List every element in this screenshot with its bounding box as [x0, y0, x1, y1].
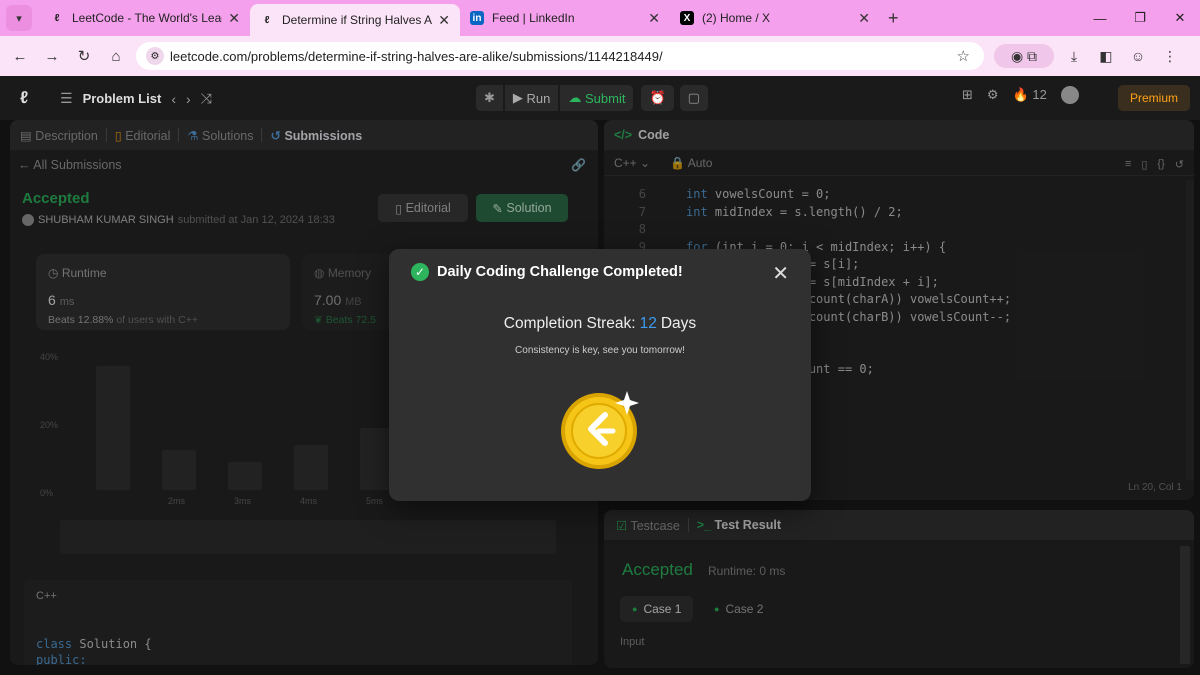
submit-label: Submit [585, 90, 626, 106]
timer-button[interactable]: ⏰ [641, 85, 674, 111]
home-icon[interactable]: ⌂ [100, 48, 132, 65]
close-icon[interactable]: ✕ [438, 12, 450, 29]
leetcode-icon: ℓ [264, 14, 270, 26]
gear-icon[interactable]: ⚙ [987, 87, 999, 103]
leetcode-coin-icon [561, 391, 639, 469]
tab-title: Determine if String Halves Are A [282, 13, 433, 27]
browser-tab-bar: ▾ ℓ LeetCode - The World's Leading ✕ ℓ D… [0, 0, 1200, 36]
streak-value: 12 [639, 315, 657, 332]
chevron-down-icon: ▾ [16, 12, 22, 25]
streak-count: 12 [1032, 87, 1047, 102]
address-bar-row: ← → ↻ ⌂ ⚙ leetcode.com/problems/determin… [0, 36, 1200, 76]
leetcode-nav: ℓ ☰ Problem List ‹ › ⤨ ✱ ▶ Run ☁ Submit … [0, 76, 1200, 120]
user-nav: ⊞ ⚙ 🔥 12 [962, 86, 1079, 104]
browser-tab[interactable]: in Feed | LinkedIn ✕ [460, 0, 670, 36]
leetcode-icon: ℓ [54, 12, 60, 24]
note-icon: ▢ [687, 90, 700, 105]
tab-search-button[interactable]: ▾ [6, 5, 32, 31]
browser-toolbar: ◉ ⧉ ⤓ ◧ ☺ ⋮ [994, 44, 1182, 68]
completion-streak: Completion Streak: 12 Days [389, 315, 811, 333]
run-button[interactable]: ▶ Run [504, 85, 559, 111]
bookmark-star-icon[interactable]: ☆ [957, 47, 970, 65]
site-info-icon[interactable]: ⚙ [146, 47, 164, 65]
browser-tab[interactable]: X (2) Home / X ✕ [670, 0, 880, 36]
cloud-upload-icon: ☁ [568, 90, 585, 105]
more-icon[interactable]: ⋮ [1158, 44, 1182, 68]
minimize-icon[interactable]: — [1080, 11, 1120, 26]
play-icon: ▶ [512, 90, 527, 105]
bug-icon: ✱ [484, 90, 495, 105]
profile-icon[interactable]: ☺ [1126, 44, 1150, 68]
problem-list-link[interactable]: Problem List [83, 91, 162, 106]
leetcode-logo-icon[interactable]: ℓ [20, 88, 38, 108]
modal-title: Daily Coding Challenge Completed! [437, 264, 683, 280]
shuffle-icon[interactable]: ⤨ [201, 90, 212, 107]
tab-title: LeetCode - The World's Leading [72, 11, 222, 25]
notes-button[interactable]: ▢ [679, 85, 708, 111]
sidebar-icon[interactable]: ◧ [1094, 44, 1118, 68]
url-text: leetcode.com/problems/determine-if-strin… [170, 48, 663, 64]
streak-unit: Days [660, 315, 697, 332]
submit-button[interactable]: ☁ Submit [560, 85, 634, 111]
x-icon: X [680, 11, 694, 25]
list-icon: ☰ [60, 90, 73, 106]
problem-list-nav: ☰ Problem List ‹ › ⤨ [60, 90, 212, 107]
premium-button[interactable]: Premium [1118, 85, 1190, 111]
alarm-icon: ⏰ [649, 90, 666, 105]
download-icon[interactable]: ⤓ [1062, 44, 1086, 68]
next-problem-icon[interactable]: › [186, 91, 191, 107]
new-tab-icon[interactable]: + [888, 8, 899, 29]
layout-icon[interactable]: ⊞ [962, 87, 973, 103]
run-label: Run [526, 90, 551, 106]
run-controls: ✱ ▶ Run ☁ Submit ⏰ ▢ [476, 85, 708, 111]
extensions-icon[interactable]: ◉ ⧉ [994, 44, 1054, 68]
close-window-icon[interactable]: ✕ [1160, 10, 1200, 26]
check-circle-icon: ✓ [411, 263, 429, 281]
streak-counter[interactable]: 🔥 12 [1013, 87, 1047, 103]
close-icon[interactable]: ✕ [648, 10, 660, 27]
back-icon[interactable]: ← [4, 48, 36, 65]
window-controls: — ❐ ✕ [1080, 0, 1200, 36]
browser-tab-active[interactable]: ℓ Determine if String Halves Are A ✕ [250, 4, 460, 36]
challenge-complete-modal: ✓ Daily Coding Challenge Completed! ✕ Co… [389, 249, 811, 501]
close-icon[interactable]: ✕ [858, 10, 870, 27]
prev-problem-icon[interactable]: ‹ [171, 91, 176, 107]
browser-tab[interactable]: ℓ LeetCode - The World's Leading ✕ [40, 0, 250, 36]
linkedin-icon: in [470, 11, 484, 25]
tab-title: Feed | LinkedIn [492, 11, 575, 25]
reload-icon[interactable]: ↻ [68, 47, 100, 65]
fire-icon: 🔥 [1012, 87, 1029, 102]
url-field[interactable]: ⚙ leetcode.com/problems/determine-if-str… [136, 42, 984, 70]
modal-message: Consistency is key, see you tomorrow! [515, 345, 685, 356]
close-icon[interactable]: ✕ [772, 261, 789, 286]
streak-label: Completion Streak: [503, 315, 636, 332]
avatar[interactable] [1060, 86, 1079, 104]
close-icon[interactable]: ✕ [228, 10, 240, 27]
forward-icon[interactable]: → [36, 48, 68, 65]
tab-title: (2) Home / X [702, 11, 771, 25]
debug-button[interactable]: ✱ [476, 85, 503, 111]
restore-icon[interactable]: ❐ [1120, 10, 1160, 26]
